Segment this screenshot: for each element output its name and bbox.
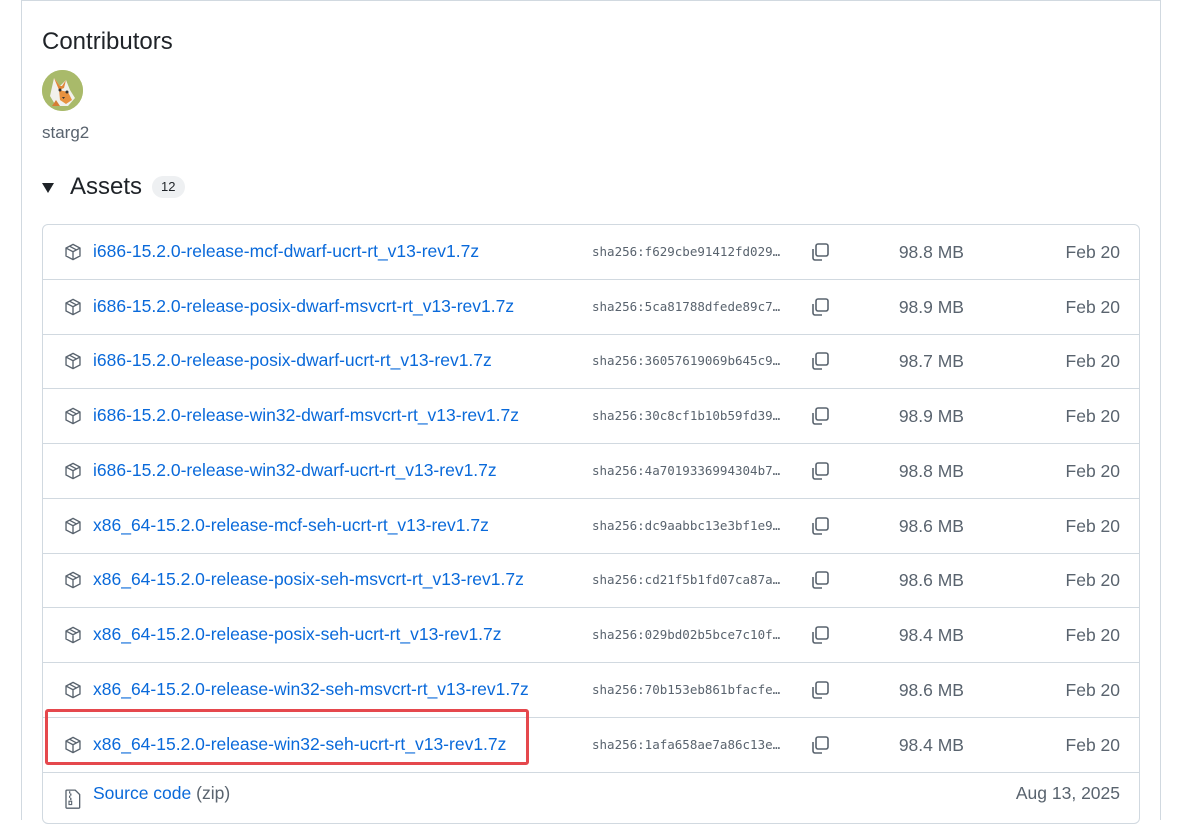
asset-date: Feb 20 bbox=[1065, 516, 1120, 536]
copy-icon[interactable] bbox=[809, 405, 831, 427]
asset-download-link[interactable]: i686-15.2.0-release-win32-dwarf-ucrt-rt_… bbox=[93, 460, 497, 481]
asset-row: i686-15.2.0-release-posix-dwarf-ucrt-rt_… bbox=[43, 334, 1139, 389]
fox-avatar-icon bbox=[42, 70, 83, 111]
asset-date: Feb 20 bbox=[1065, 570, 1120, 590]
copy-icon[interactable] bbox=[809, 460, 831, 482]
source-code-label: Source code (zip) bbox=[93, 783, 230, 804]
asset-sha256: sha256:36057619069b645c9… bbox=[592, 353, 781, 368]
asset-download-link[interactable]: x86_64-15.2.0-release-win32-seh-msvcrt-r… bbox=[93, 679, 529, 700]
assets-list: i686-15.2.0-release-mcf-dwarf-ucrt-rt_v1… bbox=[42, 224, 1140, 824]
asset-size: 98.9 MB bbox=[898, 406, 964, 426]
source-code-date: Aug 13, 2025 bbox=[1015, 783, 1120, 803]
copy-icon[interactable] bbox=[809, 296, 831, 318]
asset-row: x86_64-15.2.0-release-win32-seh-msvcrt-r… bbox=[43, 663, 1139, 718]
asset-sha256: sha256:1afa658ae7a86c13e… bbox=[592, 737, 781, 752]
package-icon bbox=[65, 626, 81, 644]
asset-row: i686-15.2.0-release-win32-dwarf-msvcrt-r… bbox=[43, 389, 1139, 444]
asset-sha256: sha256:cd21f5b1fd07ca87a… bbox=[592, 572, 781, 587]
asset-size: 98.4 MB bbox=[898, 735, 964, 755]
assets-count-badge: 12 bbox=[152, 176, 185, 198]
source-code-zip-link[interactable]: Source code bbox=[93, 783, 191, 803]
contributors-title: Contributors bbox=[42, 28, 173, 55]
asset-sha256: sha256:029bd02b5bce7c10f… bbox=[592, 627, 781, 642]
asset-sha256: sha256:70b153eb861bfacfe… bbox=[592, 682, 781, 697]
asset-size: 98.8 MB bbox=[898, 461, 964, 481]
asset-sha256: sha256:5ca81788dfede89c7… bbox=[592, 299, 781, 314]
asset-sha256: sha256:4a7019336994304b7… bbox=[592, 463, 781, 478]
asset-row: x86_64-15.2.0-release-mcf-seh-ucrt-rt_v1… bbox=[43, 499, 1139, 554]
copy-icon[interactable] bbox=[809, 515, 831, 537]
caret-down-icon bbox=[42, 183, 54, 193]
asset-row: x86_64-15.2.0-release-posix-seh-ucrt-rt_… bbox=[43, 608, 1139, 663]
asset-download-link[interactable]: x86_64-15.2.0-release-mcf-seh-ucrt-rt_v1… bbox=[93, 515, 489, 536]
package-icon bbox=[65, 407, 81, 425]
package-icon bbox=[65, 571, 81, 589]
asset-size: 98.6 MB bbox=[898, 516, 964, 536]
contributor-avatar[interactable] bbox=[42, 70, 83, 111]
package-icon bbox=[65, 243, 81, 261]
contributor-name[interactable]: starg2 bbox=[42, 123, 89, 143]
asset-date: Feb 20 bbox=[1065, 351, 1120, 371]
copy-icon[interactable] bbox=[809, 679, 831, 701]
asset-download-link[interactable]: i686-15.2.0-release-posix-dwarf-ucrt-rt_… bbox=[93, 350, 492, 371]
asset-download-link[interactable]: i686-15.2.0-release-mcf-dwarf-ucrt-rt_v1… bbox=[93, 241, 479, 262]
asset-date: Feb 20 bbox=[1065, 461, 1120, 481]
asset-date: Feb 20 bbox=[1065, 406, 1120, 426]
package-icon bbox=[65, 462, 81, 480]
asset-sha256: sha256:30c8cf1b10b59fd39… bbox=[592, 408, 781, 423]
copy-icon[interactable] bbox=[809, 624, 831, 646]
asset-size: 98.9 MB bbox=[898, 297, 964, 317]
file-zip-icon bbox=[65, 789, 81, 809]
copy-icon[interactable] bbox=[809, 569, 831, 591]
asset-download-link[interactable]: i686-15.2.0-release-win32-dwarf-msvcrt-r… bbox=[93, 405, 519, 426]
asset-date: Feb 20 bbox=[1065, 625, 1120, 645]
asset-download-link[interactable]: x86_64-15.2.0-release-win32-seh-ucrt-rt_… bbox=[93, 734, 506, 755]
asset-size: 98.6 MB bbox=[898, 570, 964, 590]
asset-size: 98.6 MB bbox=[898, 680, 964, 700]
asset-size: 98.4 MB bbox=[898, 625, 964, 645]
asset-size: 98.7 MB bbox=[898, 351, 964, 371]
package-icon bbox=[65, 736, 81, 754]
asset-row: x86_64-15.2.0-release-posix-seh-msvcrt-r… bbox=[43, 553, 1139, 608]
assets-toggle[interactable]: Assets 12 bbox=[42, 172, 185, 202]
asset-sha256: sha256:dc9aabbc13e3bf1e9… bbox=[592, 518, 781, 533]
package-icon bbox=[65, 298, 81, 316]
asset-download-link[interactable]: i686-15.2.0-release-posix-dwarf-msvcrt-r… bbox=[93, 296, 514, 317]
asset-date: Feb 20 bbox=[1065, 242, 1120, 262]
copy-icon[interactable] bbox=[809, 241, 831, 263]
asset-download-link[interactable]: x86_64-15.2.0-release-posix-seh-ucrt-rt_… bbox=[93, 624, 502, 645]
asset-date: Feb 20 bbox=[1065, 735, 1120, 755]
package-icon bbox=[65, 352, 81, 370]
copy-icon[interactable] bbox=[809, 350, 831, 372]
assets-title: Assets bbox=[70, 173, 143, 200]
asset-date: Feb 20 bbox=[1065, 297, 1120, 317]
source-code-format: (zip) bbox=[196, 783, 231, 803]
package-icon bbox=[65, 681, 81, 699]
asset-date: Feb 20 bbox=[1065, 680, 1120, 700]
asset-row: x86_64-15.2.0-release-win32-seh-ucrt-rt_… bbox=[43, 718, 1139, 773]
copy-icon[interactable] bbox=[809, 734, 831, 756]
asset-row: i686-15.2.0-release-mcf-dwarf-ucrt-rt_v1… bbox=[43, 225, 1139, 280]
package-icon bbox=[65, 517, 81, 535]
asset-size: 98.8 MB bbox=[898, 242, 964, 262]
asset-download-link[interactable]: x86_64-15.2.0-release-posix-seh-msvcrt-r… bbox=[93, 569, 524, 590]
asset-sha256: sha256:f629cbe91412fd029… bbox=[592, 244, 781, 259]
asset-row: i686-15.2.0-release-posix-dwarf-msvcrt-r… bbox=[43, 280, 1139, 335]
asset-row: i686-15.2.0-release-win32-dwarf-ucrt-rt_… bbox=[43, 444, 1139, 499]
